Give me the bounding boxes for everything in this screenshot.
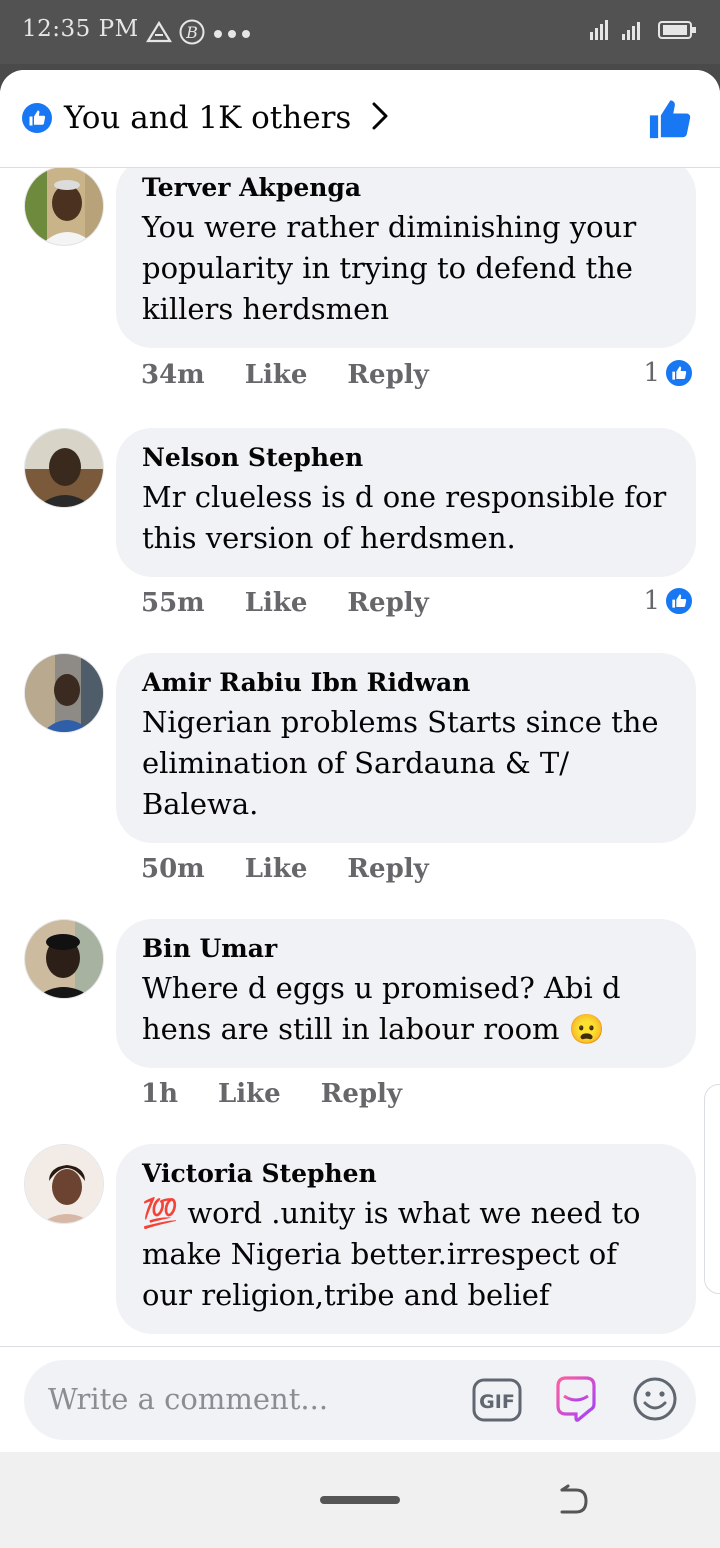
comment-text: Nigerian problems Starts since the elimi… bbox=[142, 705, 659, 822]
reply-button[interactable]: Reply bbox=[347, 588, 428, 618]
reply-button[interactable]: Reply bbox=[347, 854, 428, 884]
reactions-summary-button[interactable]: You and 1K others bbox=[22, 100, 389, 136]
comment-actions: 55m Like Reply bbox=[141, 588, 469, 618]
comment-time: 50m bbox=[141, 854, 205, 884]
reaction-count-value: 1 bbox=[643, 586, 660, 616]
comment-input[interactable] bbox=[48, 1378, 448, 1420]
status-system-icons bbox=[588, 16, 698, 48]
comment-reaction-count[interactable]: 1 bbox=[643, 358, 694, 388]
composer-field[interactable]: GIF bbox=[24, 1360, 696, 1440]
svg-text:B: B bbox=[185, 23, 198, 42]
avatar[interactable] bbox=[24, 653, 104, 733]
comment-time: 34m bbox=[141, 360, 205, 390]
avatar[interactable] bbox=[24, 168, 104, 246]
like-reaction-icon bbox=[664, 358, 694, 388]
comment-bubble[interactable]: Amir Rabiu Ibn Ridwan Nigerian problems … bbox=[116, 653, 696, 844]
b-circle-icon: B bbox=[178, 18, 206, 50]
like-comment-button[interactable]: Like bbox=[245, 854, 308, 884]
like-reaction-icon bbox=[22, 103, 52, 133]
like-comment-button[interactable]: Like bbox=[218, 1079, 281, 1109]
comment-author[interactable]: Victoria Stephen bbox=[142, 1158, 670, 1189]
home-gesture-pill[interactable] bbox=[320, 1496, 400, 1504]
comment-text: Mr clueless is d one responsible for thi… bbox=[142, 480, 667, 556]
like-comment-button[interactable]: Like bbox=[245, 588, 308, 618]
comment-bubble[interactable]: Nelson Stephen Mr clueless is d one resp… bbox=[116, 428, 696, 578]
comment-author[interactable]: Terver Akpenga bbox=[142, 172, 670, 203]
comment-author[interactable]: Amir Rabiu Ibn Ridwan bbox=[142, 667, 670, 698]
status-time: 12:35 PM bbox=[22, 16, 139, 42]
comment-bubble[interactable]: Terver Akpenga You were rather diminishi… bbox=[116, 168, 696, 349]
sticker-icon[interactable] bbox=[552, 1374, 600, 1428]
avatar[interactable] bbox=[24, 919, 104, 999]
status-bar: 12:35 PM B bbox=[0, 0, 720, 64]
comments-list: Terver Akpenga You were rather diminishi… bbox=[0, 168, 720, 1346]
warning-icon bbox=[146, 20, 172, 48]
signal-icon bbox=[588, 16, 652, 48]
comment-time: 1h bbox=[141, 1079, 178, 1109]
status-notification-icons: B bbox=[146, 18, 252, 50]
gif-label: GIF bbox=[479, 1391, 515, 1413]
avatar[interactable] bbox=[24, 1144, 104, 1224]
like-comment-button[interactable]: Like bbox=[245, 360, 308, 390]
sheet-header: You and 1K others bbox=[0, 70, 720, 168]
comment-bubble[interactable]: Victoria Stephen 💯 word .unity is what w… bbox=[116, 1144, 696, 1335]
emoji-icon[interactable] bbox=[632, 1376, 678, 1426]
comment-author[interactable]: Nelson Stephen bbox=[142, 442, 670, 473]
reactions-summary-label: You and 1K others bbox=[64, 100, 352, 136]
back-gesture-icon[interactable] bbox=[556, 1484, 590, 1522]
comments-sheet: You and 1K others Terver Akpenga You wer… bbox=[0, 70, 720, 1548]
like-post-button[interactable] bbox=[648, 98, 692, 144]
comment-author[interactable]: Bin Umar bbox=[142, 933, 670, 964]
comment-actions: 1h Like Reply bbox=[141, 1079, 442, 1109]
chevron-right-icon bbox=[371, 101, 389, 135]
avatar[interactable] bbox=[24, 428, 104, 508]
scroll-indicator[interactable] bbox=[704, 1084, 720, 1294]
reaction-count-value: 1 bbox=[643, 358, 660, 388]
system-navigation-bar bbox=[0, 1452, 720, 1548]
comment-text: 💯 word .unity is what we need to make Ni… bbox=[142, 1196, 641, 1313]
battery-icon bbox=[658, 19, 698, 45]
comment-actions: 34m Like Reply bbox=[141, 360, 469, 390]
comment-bubble[interactable]: Bin Umar Where d eggs u promised? Abi d … bbox=[116, 919, 696, 1069]
gif-button[interactable]: GIF bbox=[472, 1377, 522, 1427]
comment-time: 55m bbox=[141, 588, 205, 618]
reply-button[interactable]: Reply bbox=[347, 360, 428, 390]
comment-text: You were rather diminishing your popular… bbox=[142, 210, 637, 327]
reply-button[interactable]: Reply bbox=[321, 1079, 402, 1109]
comment-reaction-count[interactable]: 1 bbox=[643, 586, 694, 616]
like-reaction-icon bbox=[664, 586, 694, 616]
comment-actions: 50m Like Reply bbox=[141, 854, 469, 884]
comment-composer: GIF bbox=[0, 1346, 720, 1452]
comment-text: Where d eggs u promised? Abi d hens are … bbox=[142, 971, 621, 1047]
more-dots-icon bbox=[212, 25, 252, 44]
